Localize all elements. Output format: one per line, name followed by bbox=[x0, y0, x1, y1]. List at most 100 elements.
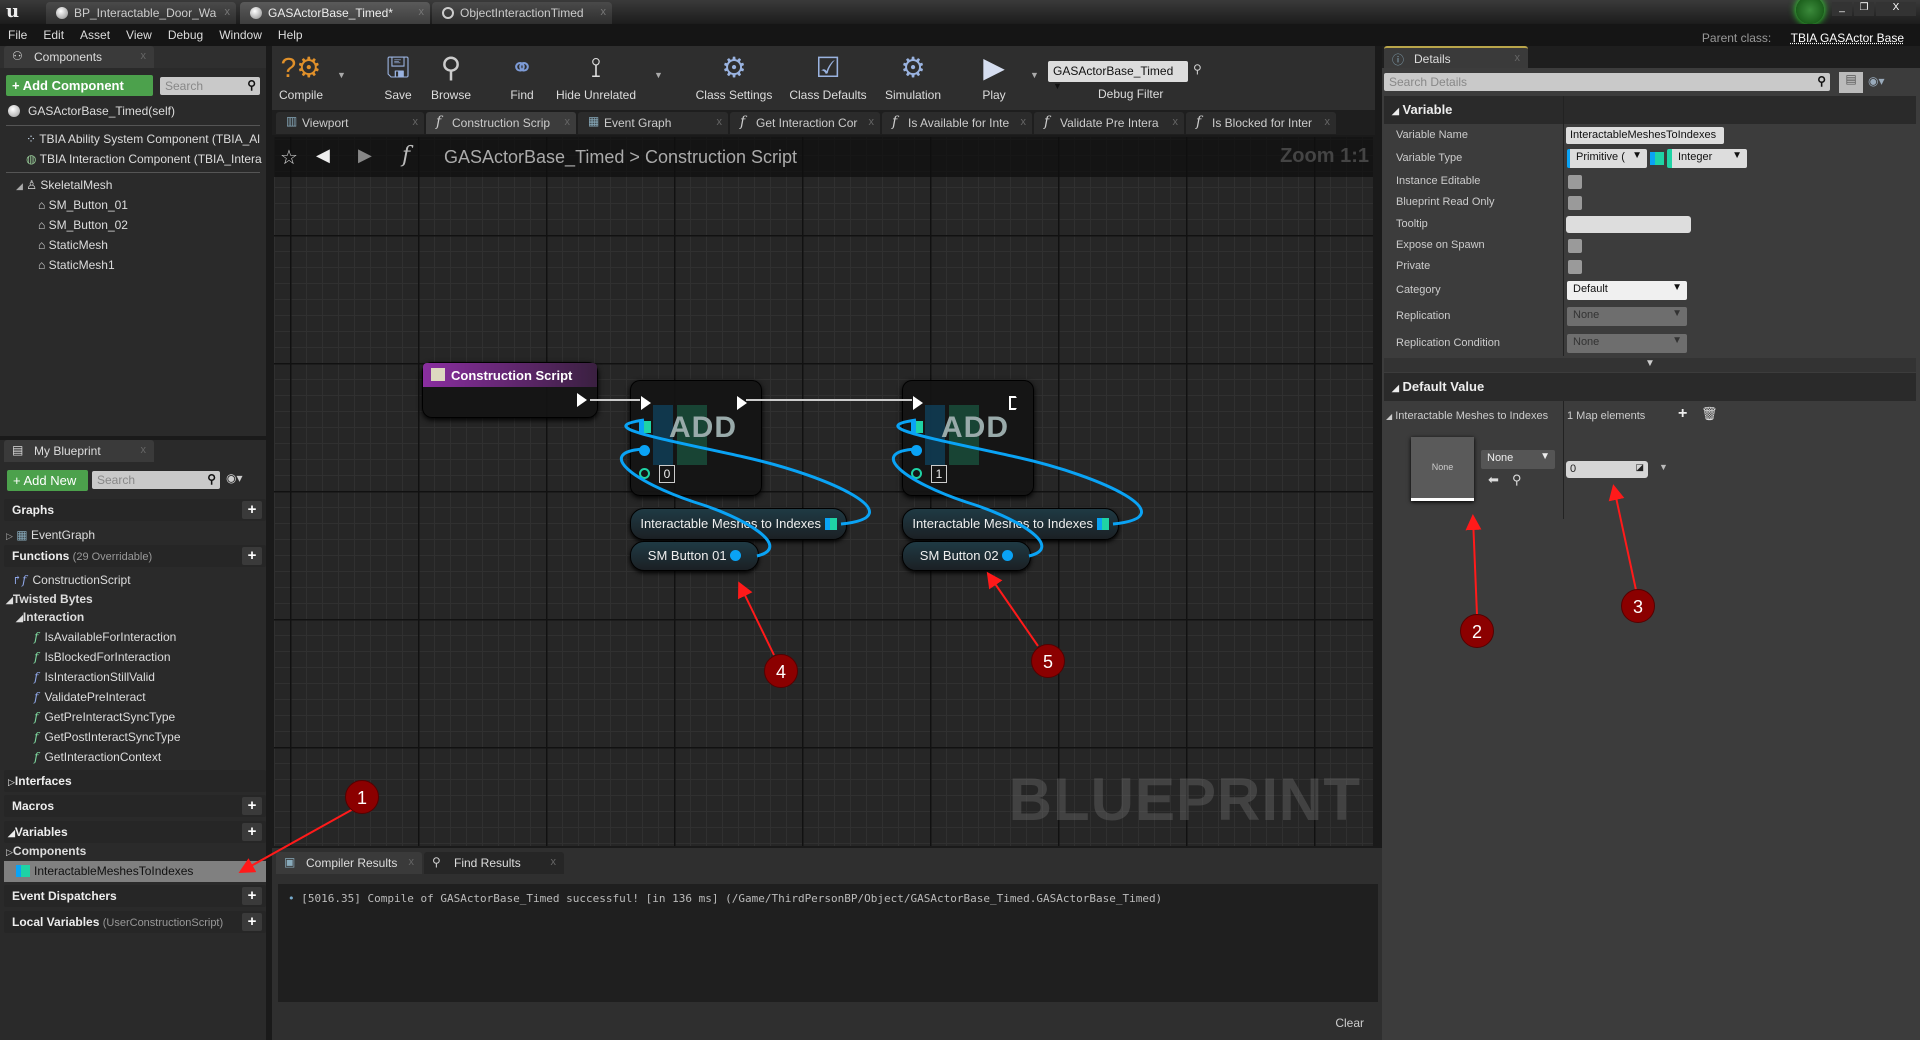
menu-help[interactable]: Help bbox=[270, 24, 311, 42]
my-blueprint-tab[interactable]: ▤ My Blueprint x bbox=[4, 440, 154, 462]
play-button[interactable]: ▶ Play bbox=[970, 48, 1018, 102]
tab-event-graph[interactable]: ▦ Event Graph x bbox=[578, 112, 728, 134]
component-interaction[interactable]: ◍ TBIA Interaction Component (TBIA_Inter… bbox=[26, 152, 262, 166]
menu-window[interactable]: Window bbox=[211, 24, 270, 42]
source-control-icon[interactable] bbox=[1796, 0, 1824, 24]
function-item[interactable]: f GetPostInteractSyncType bbox=[34, 730, 181, 744]
advanced-expand-button[interactable]: ▼ bbox=[1384, 358, 1916, 372]
category-interaction[interactable]: ◢Interaction bbox=[16, 610, 84, 624]
tab-viewport[interactable]: ▥ Viewport x bbox=[276, 112, 424, 134]
category-event-dispatchers[interactable]: Event Dispatchers + bbox=[4, 885, 266, 907]
minimize-button[interactable]: _ bbox=[1832, 2, 1852, 16]
hide-unrelated-dropdown[interactable]: ▼ bbox=[654, 70, 663, 80]
browse-magnifier-icon[interactable]: ⚲ bbox=[1512, 472, 1522, 488]
play-options-dropdown[interactable]: ▼ bbox=[1030, 70, 1039, 80]
tab-is-blocked-for-interaction[interactable]: f Is Blocked for Inter x bbox=[1186, 112, 1336, 134]
menu-asset[interactable]: Asset bbox=[72, 24, 118, 42]
variable-section-header[interactable]: ◢ Variable bbox=[1384, 96, 1916, 124]
add-new-button[interactable]: + Add New bbox=[7, 470, 88, 491]
my-blueprint-search-input[interactable]: Search ⚲ bbox=[92, 471, 220, 489]
element-options-dropdown[interactable]: ▼ bbox=[1659, 462, 1668, 472]
component-staticmesh1[interactable]: ⌂ StaticMesh1 bbox=[38, 258, 115, 272]
tab-validate-pre-interact[interactable]: f Validate Pre Intera x bbox=[1034, 112, 1184, 134]
close-icon[interactable]: x bbox=[419, 6, 425, 18]
visibility-eye-icon[interactable]: ◉▾ bbox=[226, 471, 243, 485]
property-matrix-button[interactable]: ▤ bbox=[1839, 72, 1863, 93]
close-icon[interactable]: x bbox=[1021, 116, 1027, 128]
find-button[interactable]: ⚭ Find bbox=[502, 48, 542, 102]
close-icon[interactable]: x bbox=[869, 116, 875, 128]
category-select[interactable]: Default ▼ bbox=[1567, 281, 1687, 300]
map-key-type-select[interactable]: Primitive (▼ bbox=[1567, 149, 1647, 168]
close-icon[interactable]: x bbox=[413, 116, 419, 128]
component-sm-button-02[interactable]: ⌂ SM_Button_02 bbox=[38, 218, 128, 232]
function-item[interactable]: f GetPreInteractSyncType bbox=[34, 710, 175, 724]
item-constructionscript[interactable]: ↱f ConstructionScript bbox=[12, 573, 131, 587]
variable-interactablemeshestoindexes[interactable]: InteractableMeshesToIndexes bbox=[4, 861, 266, 882]
parent-class-link[interactable]: TBIA GASActor Base bbox=[1783, 27, 1912, 45]
add-map-element-button[interactable]: + bbox=[1678, 405, 1687, 423]
collapse-arrow-icon[interactable]: ◢ bbox=[1386, 412, 1392, 421]
compile-button[interactable]: ?⚙ Compile bbox=[276, 48, 326, 102]
class-settings-button[interactable]: ⚙ Class Settings bbox=[692, 48, 776, 102]
close-icon[interactable]: x bbox=[717, 116, 723, 128]
add-component-button[interactable]: + Add Component bbox=[6, 75, 153, 96]
function-item[interactable]: f GetInteractionContext bbox=[34, 750, 161, 764]
integer-value-input[interactable]: 0 ◪ bbox=[1566, 461, 1648, 478]
add-macro-button[interactable]: + bbox=[242, 797, 262, 815]
map-value-type-select[interactable]: Integer ▼ bbox=[1667, 149, 1747, 168]
category-twisted-bytes[interactable]: ◢Twisted Bytes bbox=[6, 592, 93, 606]
category-graphs[interactable]: Graphs + bbox=[4, 499, 266, 521]
hide-unrelated-button[interactable]: ⟟ Hide Unrelated bbox=[553, 48, 639, 102]
add-local-variable-button[interactable]: + bbox=[242, 913, 262, 931]
save-button[interactable]: 🖫 Save bbox=[378, 48, 418, 102]
close-icon[interactable]: x bbox=[601, 6, 607, 18]
close-icon[interactable]: x bbox=[551, 856, 557, 868]
function-item[interactable]: f ValidatePreInteract bbox=[34, 690, 146, 704]
variable-name-input[interactable]: InteractableMeshesToIndexes bbox=[1566, 127, 1724, 144]
component-root[interactable]: GASActorBase_Timed(self) bbox=[8, 104, 175, 118]
expand-arrow-icon[interactable]: ▷ bbox=[6, 531, 13, 541]
expose-on-spawn-checkbox[interactable] bbox=[1568, 239, 1582, 253]
browse-button[interactable]: ⚲ Browse bbox=[428, 48, 474, 102]
default-value-section-header[interactable]: ◢ Default Value bbox=[1384, 373, 1916, 401]
graph-canvas[interactable]: ☆ ◀ ▶ f GASActorBase_Timed > Constructio… bbox=[272, 135, 1375, 848]
add-event-dispatcher-button[interactable]: + bbox=[242, 887, 262, 905]
close-icon[interactable]: x bbox=[565, 116, 571, 128]
expand-arrow-icon[interactable]: ▷ bbox=[6, 847, 13, 857]
simulation-button[interactable]: ⚙ Simulation bbox=[880, 48, 946, 102]
component-staticmesh[interactable]: ⌂ StaticMesh bbox=[38, 238, 108, 252]
trash-icon[interactable]: 🗑 bbox=[1701, 406, 1718, 422]
blueprint-read-only-checkbox[interactable] bbox=[1568, 196, 1582, 210]
compile-options-dropdown[interactable]: ▼ bbox=[337, 70, 346, 80]
component-skeletalmesh[interactable]: ◢ ♙ SkeletalMesh bbox=[16, 178, 112, 192]
visibility-eye-icon[interactable]: ◉▾ bbox=[1868, 74, 1885, 88]
clear-button[interactable]: Clear bbox=[1335, 1016, 1364, 1030]
map-container-icon[interactable] bbox=[1650, 152, 1664, 165]
asset-thumbnail[interactable]: None bbox=[1411, 437, 1474, 501]
replication-select[interactable]: None ▼ bbox=[1567, 307, 1687, 326]
add-variable-button[interactable]: + bbox=[242, 823, 262, 841]
private-checkbox[interactable] bbox=[1568, 260, 1582, 274]
debug-object-select[interactable]: GASActorBase_Timed ▼ bbox=[1048, 61, 1188, 91]
expand-arrow-icon[interactable]: ▷ bbox=[8, 777, 15, 787]
components-tab[interactable]: ⚇ Components x bbox=[4, 46, 154, 68]
asset-picker-select[interactable]: None ▼ bbox=[1481, 450, 1555, 469]
add-function-button[interactable]: + bbox=[242, 547, 262, 565]
close-icon[interactable]: x bbox=[409, 856, 415, 868]
component-ability-system[interactable]: ⁘ TBIA Ability System Component (TBIA_Al bbox=[26, 132, 262, 146]
collapse-arrow-icon[interactable]: ◢ bbox=[6, 595, 13, 605]
collapse-arrow-icon[interactable]: ◢ bbox=[8, 828, 15, 838]
tab-find-results[interactable]: ⚲ Find Results x bbox=[424, 852, 564, 874]
replication-condition-select[interactable]: None ▼ bbox=[1567, 334, 1687, 353]
use-selected-arrow-icon[interactable]: ⬅ bbox=[1488, 472, 1499, 488]
close-icon[interactable]: x bbox=[225, 6, 231, 18]
function-item[interactable]: f IsAvailableForInteraction bbox=[34, 630, 176, 644]
resize-handle-icon[interactable]: ◪ bbox=[1635, 462, 1644, 473]
tab-compiler-results[interactable]: ▣ Compiler Results x bbox=[276, 852, 422, 874]
menu-view[interactable]: View bbox=[118, 24, 160, 42]
details-search-input[interactable]: Search Details ⚲ bbox=[1384, 73, 1830, 91]
category-functions[interactable]: Functions (29 Overridable) + bbox=[4, 545, 266, 567]
close-icon[interactable]: x bbox=[141, 444, 147, 456]
debug-search-icon[interactable]: ⚲ bbox=[1193, 62, 1202, 76]
